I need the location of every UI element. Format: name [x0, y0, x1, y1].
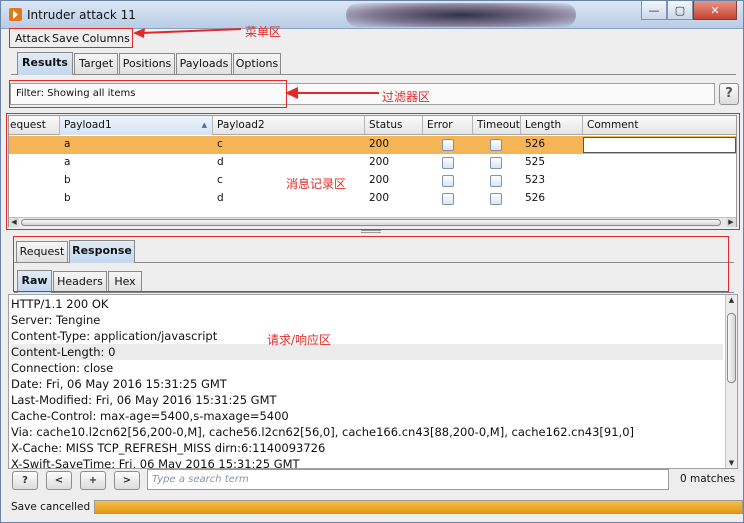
menu-annotation-arrow	[133, 28, 242, 38]
main-tabs: Results Target Positions Payloads Option…	[11, 51, 736, 75]
reqresp-tabs-annotation-box	[13, 236, 729, 292]
tab-positions[interactable]: Positions	[119, 53, 175, 74]
blurred-background	[346, 3, 576, 27]
menu-annotation-box	[9, 28, 133, 48]
tab-results[interactable]: Results	[17, 52, 73, 75]
split-pane-divider[interactable]	[361, 230, 381, 233]
filter-annotation-label: 过滤器区	[382, 90, 431, 104]
search-next-button[interactable]: >	[114, 471, 140, 490]
response-line: Server: Tengine	[11, 313, 101, 327]
response-line: HTTP/1.1 200 OK	[11, 297, 109, 311]
search-previous-button[interactable]: <	[46, 471, 72, 490]
help-button[interactable]: ?	[719, 83, 739, 105]
scroll-up-icon[interactable]: ▲	[726, 295, 737, 305]
filter-annotation-box	[9, 80, 287, 108]
response-line: Cache-Control: max-age=5400,s-maxage=540…	[11, 409, 289, 423]
status-bar: Save cancelled	[8, 497, 743, 519]
response-line-highlighted: Content-Length: 0	[11, 344, 723, 360]
intruder-window: Intruder attack 11 — ▢ ✕ Attack Save Col…	[0, 0, 744, 523]
scrollbar-thumb[interactable]	[727, 313, 736, 383]
response-line: Connection: close	[11, 361, 114, 375]
minimize-button[interactable]: —	[641, 1, 667, 20]
tab-target[interactable]: Target	[74, 53, 118, 74]
response-line: X-Cache: MISS TCP_REFRESH_MISS dirn:6:11…	[11, 441, 326, 455]
window-title: Intruder attack 11	[27, 8, 136, 22]
response-vertical-scrollbar[interactable]: ▲ ▼	[725, 295, 737, 468]
search-options-button[interactable]: +	[80, 471, 106, 490]
search-match-count: 0 matches	[680, 473, 736, 485]
title-bar[interactable]: Intruder attack 11 — ▢ ✕	[1, 1, 743, 29]
search-help-button[interactable]: ?	[12, 471, 38, 490]
tab-payloads[interactable]: Payloads	[176, 53, 232, 74]
response-viewer[interactable]: HTTP/1.1 200 OK Server: Tengine Content-…	[8, 294, 738, 469]
close-button[interactable]: ✕	[693, 1, 737, 20]
response-line: Via: cache10.l2cn62[56,200-0,M], cache56…	[11, 425, 635, 439]
records-annotation-label: 消息记录区	[286, 177, 347, 191]
burp-app-icon	[9, 8, 22, 21]
progress-fill	[95, 501, 742, 513]
search-input[interactable]	[147, 469, 669, 490]
response-line: Last-Modified: Fri, 06 May 2016 15:31:25…	[11, 393, 277, 407]
filter-annotation-arrow	[285, 87, 379, 99]
tab-options[interactable]: Options	[233, 53, 281, 74]
records-annotation-box	[6, 113, 740, 230]
window-controls: — ▢ ✕	[641, 1, 737, 20]
response-line: X-Swift-SaveTime: Fri, 06 May 2016 15:31…	[11, 457, 300, 469]
maximize-button[interactable]: ▢	[667, 1, 693, 20]
menu-annotation-label: 菜单区	[245, 25, 282, 39]
response-line: Content-Type: application/javascript	[11, 329, 218, 343]
response-line: Date: Fri, 06 May 2016 15:31:25 GMT	[11, 377, 227, 391]
status-text: Save cancelled	[11, 501, 91, 513]
scroll-down-icon[interactable]: ▼	[726, 458, 737, 468]
search-bar: ? < + > 0 matches	[8, 469, 738, 493]
reqresp-annotation-label: 请求/响应区	[267, 333, 332, 347]
progress-bar	[94, 500, 743, 514]
